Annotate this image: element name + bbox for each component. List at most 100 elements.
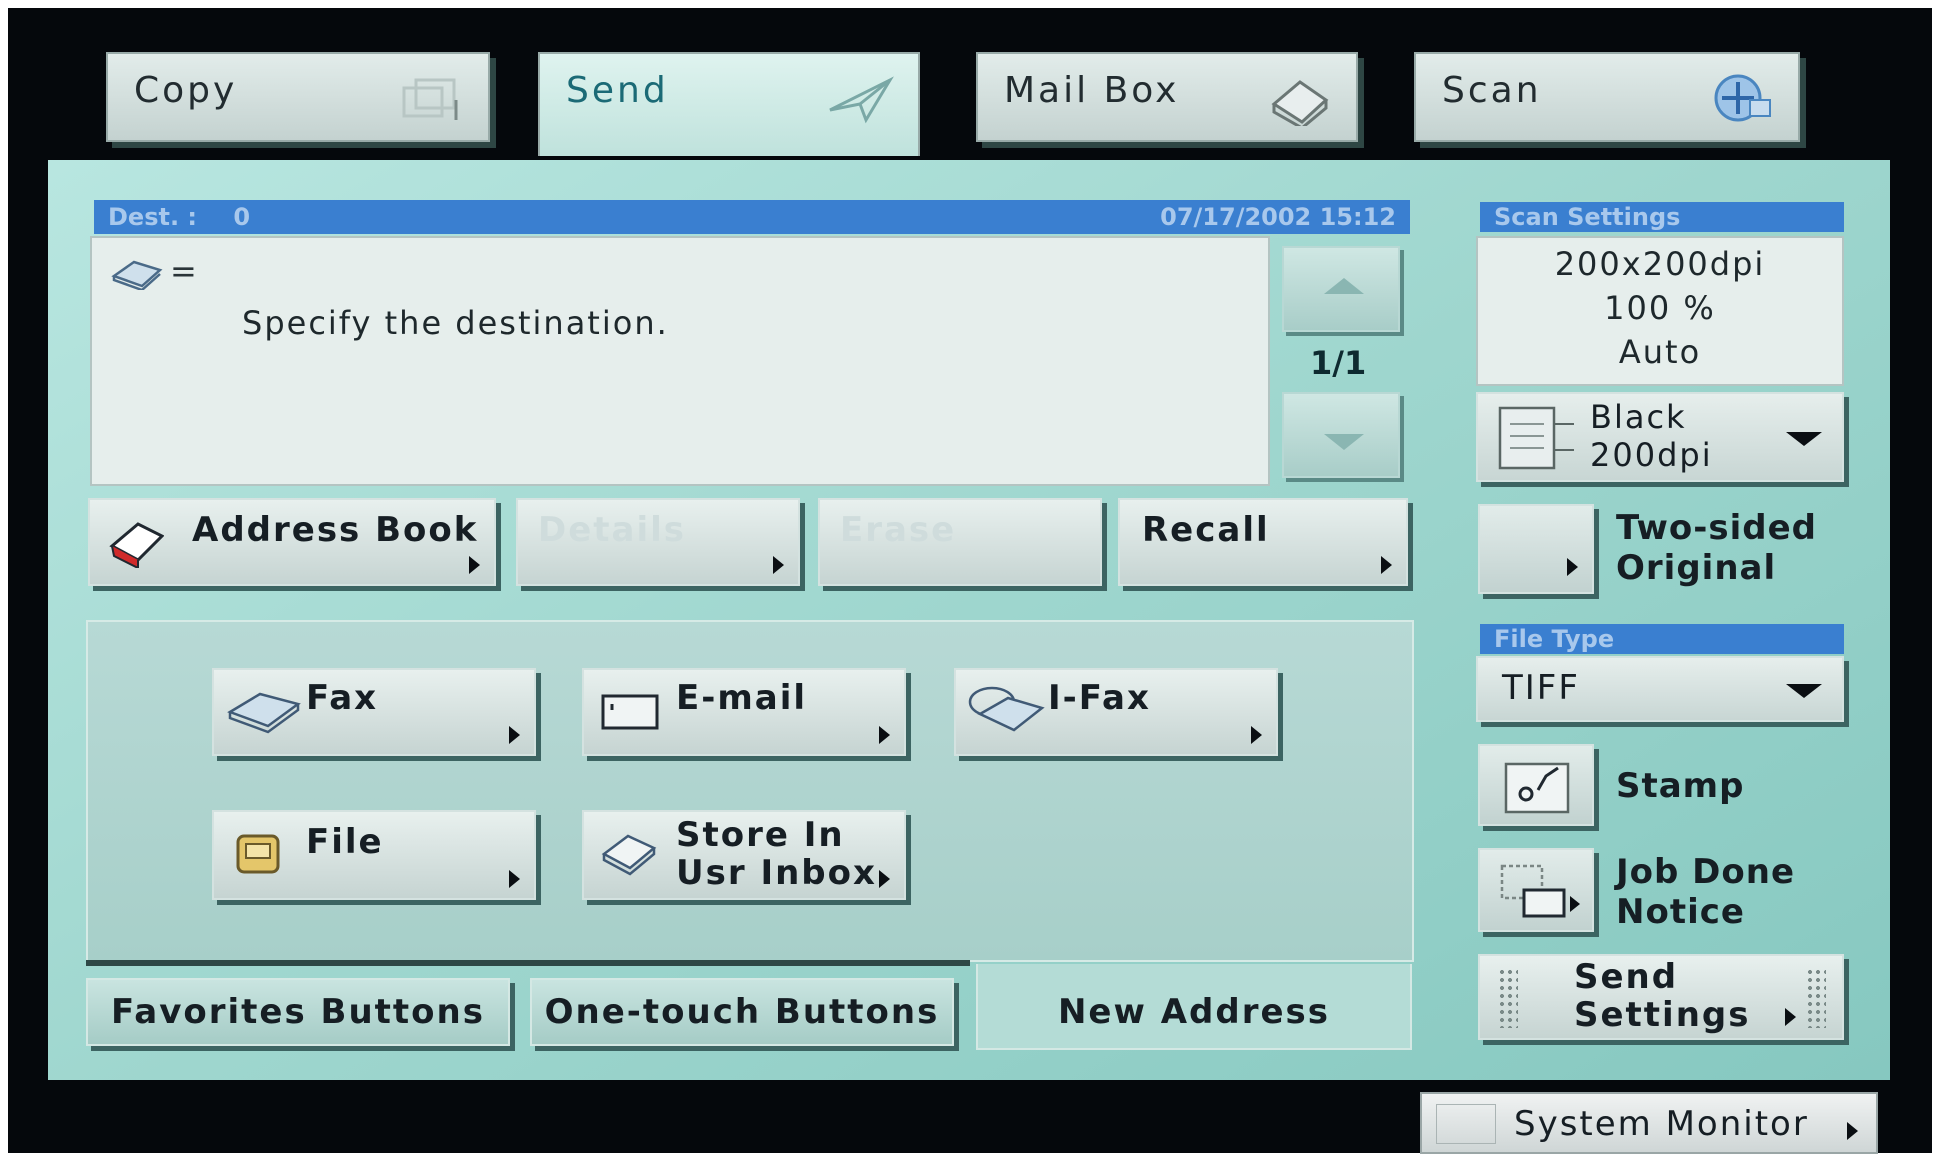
store-in-label: Store In — [676, 815, 845, 855]
details-label: Details — [538, 510, 687, 550]
file-button[interactable]: File — [212, 810, 536, 900]
page-indicator: 1/1 — [1310, 344, 1367, 382]
scan-resolution: 200x200dpi — [1554, 245, 1766, 283]
stamp-button[interactable] — [1478, 744, 1594, 826]
two-sided-line1: Two-sided — [1616, 508, 1817, 548]
arrow-right-icon — [469, 556, 480, 574]
tab-copy-label: Copy — [134, 70, 238, 111]
destination-summary: = — [110, 252, 197, 292]
stamp-label: Stamp — [1616, 766, 1745, 806]
mailbox-icon — [1271, 80, 1329, 126]
scan-settings-summary: 200x200dpi 100 % Auto — [1476, 236, 1844, 386]
down-arrow-icon — [1324, 434, 1364, 450]
arrow-right-icon — [1567, 558, 1578, 576]
destination-header-label: Dest. : — [108, 203, 198, 231]
scan-icon — [1714, 74, 1771, 122]
email-label: E-mail — [676, 678, 808, 718]
up-arrow-icon — [1324, 278, 1364, 294]
monitor-icon — [1436, 1104, 1496, 1144]
destination-list: = Specify the destination. — [90, 236, 1270, 486]
tab-send[interactable]: Send — [538, 52, 920, 156]
details-button[interactable]: Details — [516, 498, 800, 586]
scan-size: Auto — [1618, 333, 1702, 371]
divider — [86, 960, 970, 966]
tab-new-address[interactable]: New Address — [976, 964, 1412, 1050]
arrow-right-icon — [1251, 726, 1262, 744]
file-server-icon — [236, 834, 280, 874]
arrow-right-icon — [879, 726, 890, 744]
notice-icon — [1500, 864, 1580, 918]
send-settings-line1: Send — [1574, 957, 1679, 997]
arrow-right-icon — [879, 870, 890, 888]
grip-icon — [1806, 968, 1826, 1028]
fax-button[interactable]: Fax — [212, 668, 536, 756]
usr-inbox-label: Usr Inbox — [676, 853, 877, 893]
destination-count: 0 — [233, 203, 251, 231]
date-time: 07/17/2002 15:12 — [1160, 203, 1396, 231]
destination-header: Dest. : 0 07/17/2002 15:12 — [94, 200, 1410, 234]
arrow-right-icon — [1785, 1008, 1796, 1026]
tab-mail-box[interactable]: Mail Box — [976, 52, 1358, 142]
send-settings-button[interactable]: Send Settings — [1478, 954, 1844, 1040]
system-monitor-button[interactable]: System Monitor — [1420, 1092, 1878, 1154]
erase-label: Erase — [840, 510, 957, 550]
arrow-right-icon — [1847, 1122, 1858, 1140]
inbox-icon — [601, 834, 657, 876]
file-type-header: File Type — [1480, 624, 1844, 654]
tab-mail-box-label: Mail Box — [1004, 70, 1180, 111]
chevron-down-icon — [1786, 684, 1822, 698]
scroll-up-button[interactable] — [1282, 246, 1400, 332]
tab-one-touch-buttons[interactable]: One-touch Buttons — [530, 978, 954, 1046]
envelope-icon — [601, 694, 659, 730]
chevron-down-icon — [1786, 432, 1822, 446]
copy-icon — [402, 78, 458, 120]
scan-ratio: 100 % — [1604, 289, 1716, 327]
fax-icon — [227, 692, 301, 734]
email-button[interactable]: E-mail — [582, 668, 906, 756]
color-mode-label: Black — [1590, 398, 1687, 436]
job-done-line2: Notice — [1616, 892, 1745, 932]
ifax-button[interactable]: I-Fax — [954, 668, 1278, 756]
scroll-down-button[interactable] — [1282, 392, 1400, 478]
file-label: File — [306, 822, 384, 862]
scan-settings-header: Scan Settings — [1480, 202, 1844, 232]
send-icon — [829, 76, 894, 124]
new-address-label: New Address — [1057, 992, 1331, 1032]
address-book-button[interactable]: Address Book — [88, 498, 496, 586]
ifax-label: I-Fax — [1048, 678, 1151, 718]
send-settings-line2: Settings — [1574, 995, 1751, 1035]
destination-device-icon — [111, 260, 163, 292]
tab-scan[interactable]: Scan — [1414, 52, 1800, 142]
fax-label: Fax — [306, 678, 379, 718]
arrow-right-icon — [1381, 556, 1392, 574]
erase-button[interactable]: Erase — [818, 498, 1102, 586]
arrow-right-icon — [509, 870, 520, 888]
store-in-user-inbox-button[interactable]: Store In Usr Inbox — [582, 810, 906, 900]
address-book-label: Address Book — [192, 510, 479, 550]
file-type-dropdown[interactable]: TIFF — [1476, 656, 1844, 722]
mode-resolution-label: 200dpi — [1590, 436, 1713, 474]
address-book-icon — [109, 522, 164, 568]
one-touch-buttons-label: One-touch Buttons — [544, 992, 940, 1032]
document-mode-icon — [1498, 406, 1574, 470]
favorites-buttons-label: Favorites Buttons — [111, 992, 485, 1032]
arrow-right-icon — [509, 726, 520, 744]
tab-copy[interactable]: Copy — [106, 52, 490, 142]
tab-send-label: Send — [566, 70, 669, 111]
destination-equals: = — [170, 252, 197, 290]
file-type-value: TIFF — [1502, 668, 1580, 708]
job-done-notice-button[interactable] — [1478, 848, 1594, 932]
tab-favorites-buttons[interactable]: Favorites Buttons — [86, 978, 510, 1046]
system-monitor-label: System Monitor — [1514, 1104, 1809, 1144]
two-sided-line2: Original — [1616, 548, 1777, 588]
color-mode-dropdown[interactable]: Black 200dpi — [1476, 392, 1844, 482]
stamp-icon — [1504, 762, 1570, 814]
arrow-right-icon — [773, 556, 784, 574]
recall-label: Recall — [1142, 510, 1270, 550]
job-done-notice-label: Job Done Notice — [1616, 852, 1795, 932]
destination-message: Specify the destination. — [242, 304, 669, 342]
job-done-line1: Job Done — [1616, 852, 1796, 892]
recall-button[interactable]: Recall — [1118, 498, 1408, 586]
two-sided-original-button[interactable] — [1478, 504, 1594, 594]
tab-scan-label: Scan — [1442, 70, 1542, 111]
